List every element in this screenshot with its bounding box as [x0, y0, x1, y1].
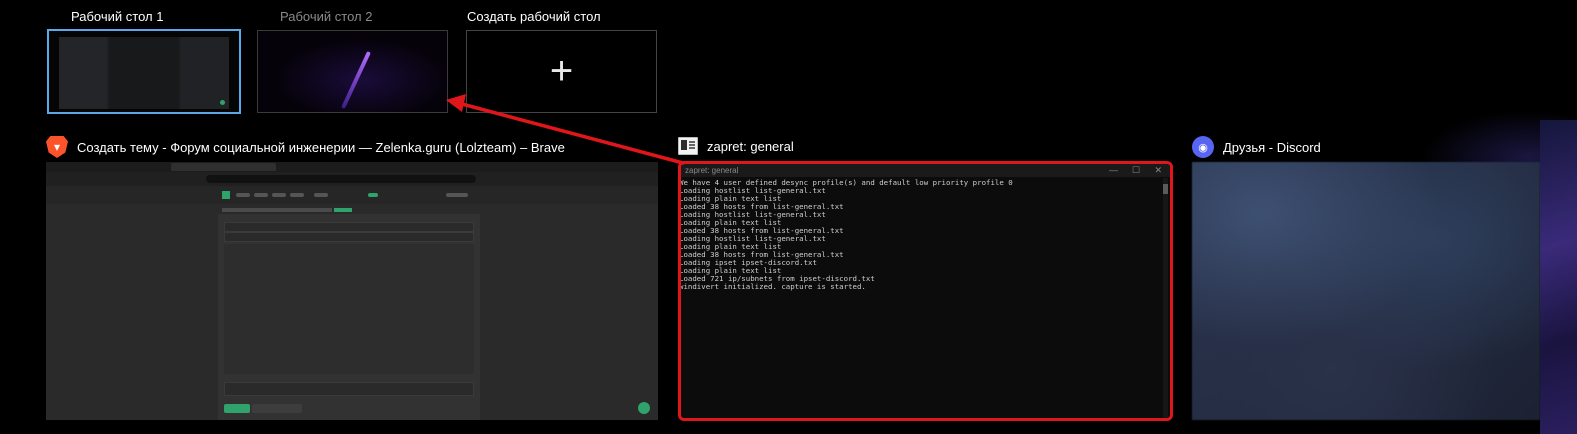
annotation-arrow: [446, 94, 685, 165]
